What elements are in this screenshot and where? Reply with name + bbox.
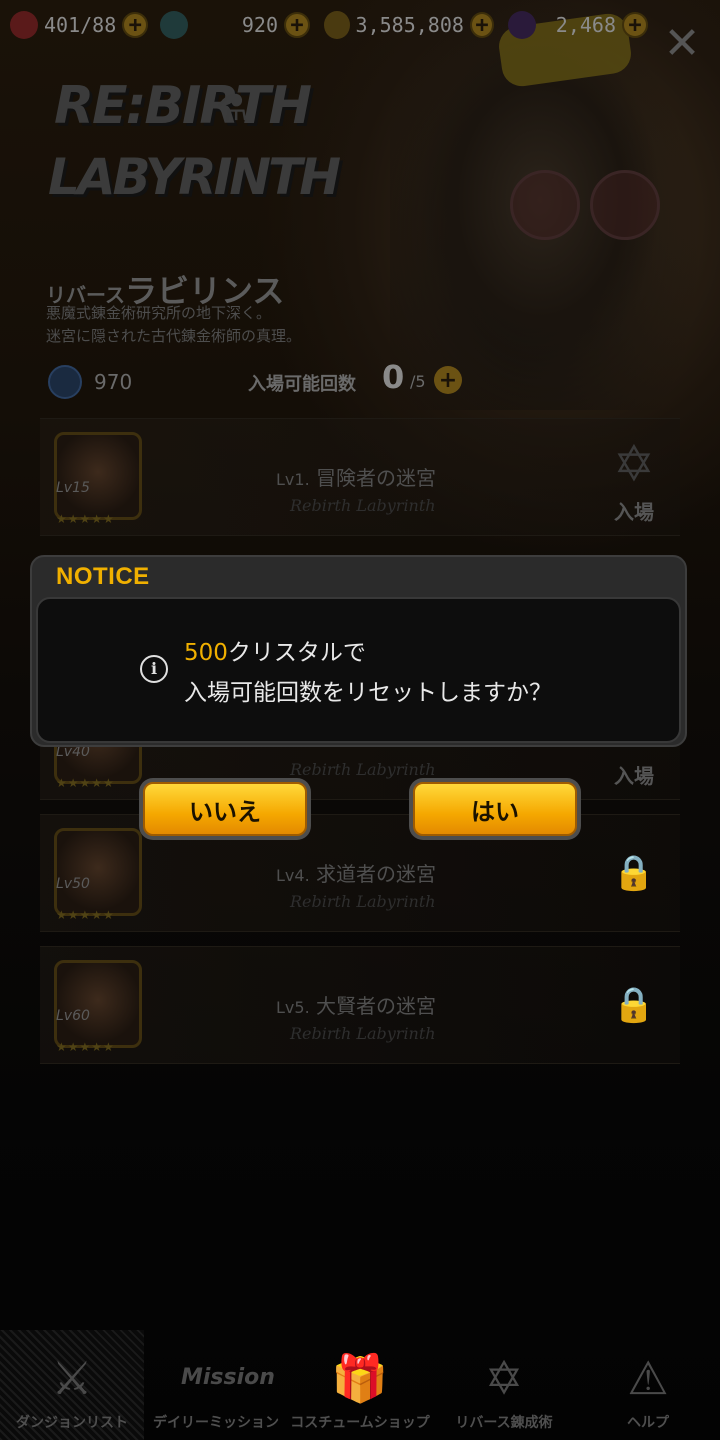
yes-button[interactable]: はい xyxy=(409,778,581,840)
alchemy-circle-icon: ✡ xyxy=(484,1351,524,1405)
info-icon: i xyxy=(140,655,168,683)
tab-dungeon-list[interactable]: ⚔ ダンジョンリスト xyxy=(0,1330,144,1440)
star-rating: ★★★★★ xyxy=(56,776,115,790)
coin-value: 3,585,808 xyxy=(355,13,464,37)
gift-icon: 🎁 xyxy=(331,1351,389,1405)
add-gem-button[interactable]: + xyxy=(284,12,310,38)
dungeon-logo: RE:BIRTH ⚗ LABYRINTH xyxy=(48,76,341,206)
locked-dungeon: 🔒 xyxy=(588,828,680,918)
dialog-body: i 500クリスタルで 入場可能回数をリセットしますか？ xyxy=(36,597,681,743)
close-icon[interactable]: ✕ xyxy=(662,22,702,66)
info-icon: ⚠ xyxy=(627,1351,669,1405)
stamina-resource: 401/88 + xyxy=(10,0,160,50)
star-rating: ★★★★★ xyxy=(56,512,115,526)
add-crystal-button[interactable]: + xyxy=(622,12,648,38)
bottom-nav: ⚔ ダンジョンリスト Mission デイリーミッション 🎁 コスチュームショッ… xyxy=(0,1330,720,1440)
star-rating: ★★★★★ xyxy=(56,1040,115,1054)
no-button[interactable]: いいえ xyxy=(139,778,311,840)
notice-dialog: NOTICE i 500クリスタルで 入場可能回数をリセットしますか？ xyxy=(30,555,687,747)
gem-resource: 920 + xyxy=(160,0,310,50)
dungeon-name: Lv5. 大賢者の迷宮 xyxy=(276,994,437,1018)
dungeon-description: 悪魔式錬金術研究所の地下深く。 迷宮に隠された古代錬金術師の真理。 xyxy=(46,304,302,345)
gem-value: 920 xyxy=(241,13,278,37)
entry-count: 0 xyxy=(382,358,405,396)
flask-icon: ⚗ xyxy=(216,88,249,129)
compass-icon xyxy=(48,365,82,399)
dungeon-subtitle: Rebirth Labyrinth xyxy=(290,496,436,515)
stamina-value: 401/88 xyxy=(44,13,117,37)
star-rating: ★★★★★ xyxy=(56,908,115,922)
entry-max: /5 xyxy=(410,372,426,391)
dungeon-row: Lv50 ★★★★★ Lv4. 求道者の迷宮 Rebirth Labyrinth… xyxy=(40,814,680,932)
dungeon-portrait xyxy=(54,960,142,1048)
dialog-title: NOTICE xyxy=(56,563,150,590)
heart-icon xyxy=(10,11,38,39)
dungeon-portrait xyxy=(54,432,142,520)
dungeon-row: Lv60 ★★★★★ Lv5. 大賢者の迷宮 Rebirth Labyrinth… xyxy=(40,946,680,1064)
add-entry-button[interactable]: + xyxy=(434,366,462,394)
hexagram-icon: ✡ xyxy=(613,435,655,493)
dungeon-name: Lv1. 冒険者の迷宮 xyxy=(276,466,437,490)
coin-resource: 3,585,808 + xyxy=(324,0,494,50)
mission-icon: Mission xyxy=(181,1365,275,1390)
enter-button[interactable]: ✡ 入場 xyxy=(588,432,680,524)
dungeon-portrait xyxy=(54,828,142,916)
tab-rebirth-alchemy[interactable]: ✡ リバース錬成術 xyxy=(432,1330,576,1440)
entry-count-label: 入場可能回数 xyxy=(248,374,356,395)
gem-icon xyxy=(160,11,188,39)
dungeon-name: Lv4. 求道者の迷宮 xyxy=(276,862,437,886)
dungeon-subtitle: Rebirth Labyrinth xyxy=(290,892,436,911)
coin-icon xyxy=(324,11,350,39)
dungeon-row: Lv15 ★★★★★ Lv1. 冒険者の迷宮 Rebirth Labyrinth… xyxy=(40,418,680,536)
crystal-amount: 500 xyxy=(184,640,228,666)
stat-value: 970 xyxy=(94,370,133,394)
crystal-value: 2,468 xyxy=(555,13,616,37)
tab-daily-mission[interactable]: Mission デイリーミッション xyxy=(144,1330,288,1440)
dungeon-subtitle: Rebirth Labyrinth xyxy=(290,1024,436,1043)
lock-icon: 🔒 xyxy=(612,853,656,893)
crystal-resource: 2,468 + xyxy=(508,0,648,50)
tab-help[interactable]: ⚠ ヘルプ xyxy=(576,1330,720,1440)
tab-costume-shop[interactable]: 🎁 コスチュームショップ xyxy=(288,1330,432,1440)
dungeon-subtitle: Rebirth Labyrinth xyxy=(290,760,436,779)
add-stamina-button[interactable]: + xyxy=(122,12,149,38)
crystal-icon xyxy=(508,11,536,39)
lock-icon: 🔒 xyxy=(612,985,656,1025)
glasses-art xyxy=(510,170,660,240)
add-coin-button[interactable]: + xyxy=(469,12,494,38)
resource-bar: 401/88 + 920 + 3,585,808 + 2,468 + xyxy=(0,0,720,50)
dungeon-stats: 970 入場可能回数 0 /5 + xyxy=(48,358,488,402)
locked-dungeon: 🔒 xyxy=(588,960,680,1050)
crossed-swords-icon: ⚔ xyxy=(51,1351,93,1405)
dialog-message: 500クリスタルで 入場可能回数をリセットしますか？ xyxy=(184,640,552,706)
